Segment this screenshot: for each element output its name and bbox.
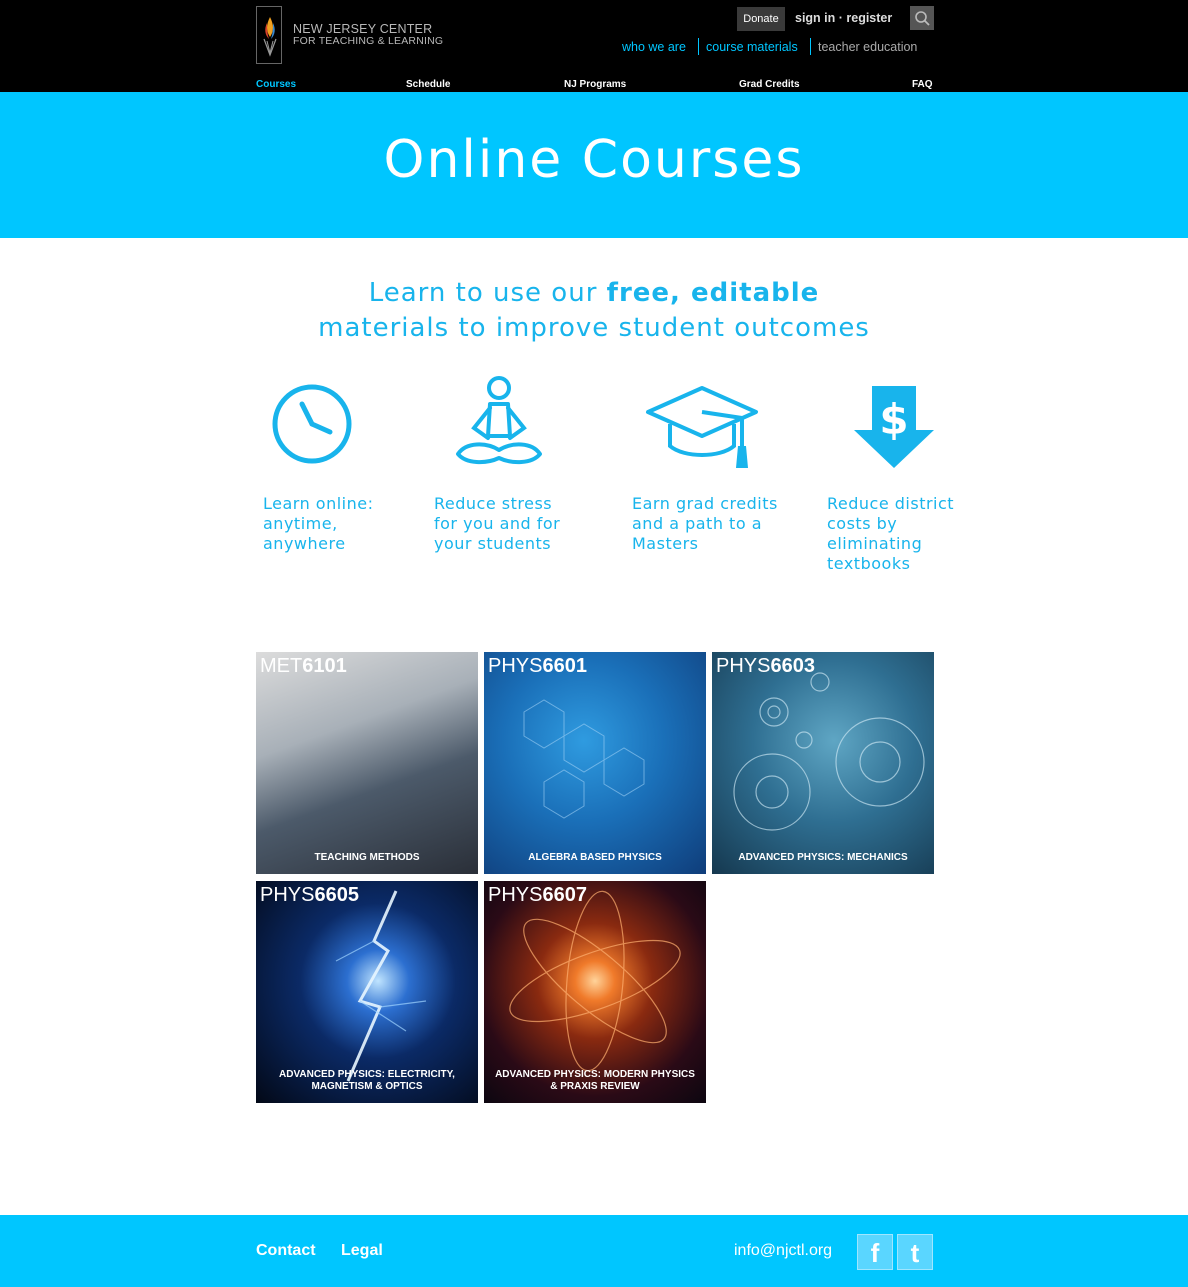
- feature-learn-online: Learn online: anytime, anywhere: [263, 494, 433, 554]
- feature-line: Reduce district: [827, 494, 955, 513]
- njctl-logo[interactable]: NEW JERSEY CENTER FOR TEACHING & LEARNIN…: [256, 6, 456, 64]
- footer-legal-link[interactable]: Legal: [341, 1242, 383, 1260]
- footer-contact-link[interactable]: Contact: [256, 1242, 316, 1260]
- course-prefix: PHYS: [716, 655, 771, 677]
- course-code: MET6101: [260, 655, 347, 678]
- course-title: ADVANCED PHYSICS: MECHANICS: [738, 852, 908, 863]
- meditation-icon: [452, 376, 546, 474]
- course-code: PHYS6607: [488, 884, 587, 907]
- dollar-arrow-down-icon: $: [854, 384, 934, 474]
- course-code: PHYS6605: [260, 884, 359, 907]
- nav-schedule[interactable]: Schedule: [406, 79, 450, 90]
- svg-text:$: $: [879, 395, 908, 444]
- nav-nj-programs[interactable]: NJ Programs: [564, 79, 626, 90]
- subnav-teacher-education[interactable]: teacher education: [818, 40, 917, 54]
- intro-prefix: Learn to use our: [368, 278, 607, 308]
- course-prefix: PHYS: [488, 884, 543, 906]
- subnav-divider: [810, 38, 811, 55]
- feature-line: anytime,: [263, 514, 338, 533]
- course-title: TEACHING METHODS: [314, 852, 420, 863]
- feature-line: anywhere: [263, 534, 346, 553]
- twitter-icon[interactable]: t: [897, 1234, 933, 1270]
- graduation-cap-icon: [644, 384, 760, 478]
- intro-heading: Learn to use our free, editable material…: [0, 276, 1188, 346]
- page-banner: Online Courses: [0, 92, 1188, 238]
- feature-reduce-stress: Reduce stress for you and for your stude…: [434, 494, 604, 554]
- clock-icon: [270, 382, 356, 472]
- course-title: ALGEBRA BASED PHYSICS: [528, 852, 662, 863]
- course-number: 6101: [302, 655, 347, 677]
- course-number: 6607: [542, 884, 587, 906]
- feature-line: eliminating: [827, 534, 923, 553]
- feature-reduce-costs: Reduce district costs by eliminating tex…: [827, 494, 997, 574]
- subnav-who-we-are-label: who we are: [622, 40, 686, 54]
- subnav-who-we-are[interactable]: who we are: [622, 40, 686, 54]
- feature-line: your students: [434, 534, 552, 553]
- sign-in-register-link[interactable]: sign in · register: [795, 11, 892, 25]
- nav-grad-credits[interactable]: Grad Credits: [739, 79, 800, 90]
- course-number: 6601: [542, 655, 587, 677]
- feature-line: costs by: [827, 514, 898, 533]
- intro-line-1: Learn to use our free, editable: [0, 276, 1188, 311]
- feature-line: Masters: [632, 534, 699, 553]
- molecule-decoration: [523, 699, 645, 819]
- site-footer: Contact Legal info@njctl.org f t: [0, 1215, 1188, 1287]
- course-code: PHYS6601: [488, 655, 587, 678]
- page-title: Online Courses: [383, 130, 805, 190]
- course-prefix: MET: [260, 655, 303, 677]
- course-tile-met6101[interactable]: MET6101 TEACHING METHODS: [256, 652, 478, 874]
- subnav-teacher-education-label: teacher education: [818, 40, 918, 54]
- feature-line: Learn online:: [263, 494, 374, 513]
- course-number: 6603: [770, 655, 815, 677]
- gears-decoration: [733, 672, 925, 831]
- facebook-icon[interactable]: f: [857, 1234, 893, 1270]
- logo-text: NEW JERSEY CENTER FOR TEACHING & LEARNIN…: [293, 23, 443, 47]
- site-header: NEW JERSEY CENTER FOR TEACHING & LEARNIN…: [0, 0, 1188, 92]
- intro-line-2: materials to improve student outcomes: [318, 313, 870, 343]
- logo-line-1: NEW JERSEY CENTER: [293, 22, 433, 36]
- intro-bold: free, editable: [606, 278, 820, 308]
- course-tile-phys6601[interactable]: PHYS6601 ALGEBRA BASED PHYSICS: [484, 652, 706, 874]
- feature-line: Reduce stress: [434, 494, 553, 513]
- nav-faq[interactable]: FAQ: [912, 79, 933, 90]
- course-number: 6605: [314, 884, 359, 906]
- donate-button[interactable]: Donate: [737, 7, 785, 31]
- course-tile-phys6603[interactable]: PHYS6603 ADVANCED PHYSICS: MECHANICS: [712, 652, 934, 874]
- feature-grad-credits: Earn grad credits and a path to a Master…: [632, 494, 802, 554]
- course-prefix: PHYS: [488, 655, 543, 677]
- subnav-course-materials[interactable]: course materials: [706, 40, 798, 54]
- course-title: ADVANCED PHYSICS: ELECTRICITY, MAGNETISM…: [279, 1069, 455, 1092]
- feature-line: textbooks: [827, 554, 911, 573]
- course-prefix: PHYS: [260, 884, 315, 906]
- logo-line-2: FOR TEACHING & LEARNING: [293, 35, 444, 47]
- feature-line: Earn grad credits: [632, 494, 778, 513]
- feature-line: and a path to a: [632, 514, 762, 533]
- course-code: PHYS6603: [716, 655, 815, 678]
- flame-logo-icon: [256, 6, 282, 64]
- course-tile-phys6605[interactable]: PHYS6605 ADVANCED PHYSICS: ELECTRICITY, …: [256, 881, 478, 1103]
- subnav-divider: [698, 38, 699, 55]
- course-tile-phys6607[interactable]: PHYS6607 ADVANCED PHYSICS: MODERN PHYSIC…: [484, 881, 706, 1103]
- search-button[interactable]: [910, 6, 934, 30]
- footer-email-link[interactable]: info@njctl.org: [734, 1242, 832, 1260]
- search-icon: [915, 11, 930, 26]
- nav-courses[interactable]: Courses: [256, 79, 296, 90]
- feature-line: for you and for: [434, 514, 561, 533]
- course-title: ADVANCED PHYSICS: MODERN PHYSICS & PRAXI…: [495, 1069, 695, 1092]
- subnav-course-materials-label: course materials: [706, 40, 798, 54]
